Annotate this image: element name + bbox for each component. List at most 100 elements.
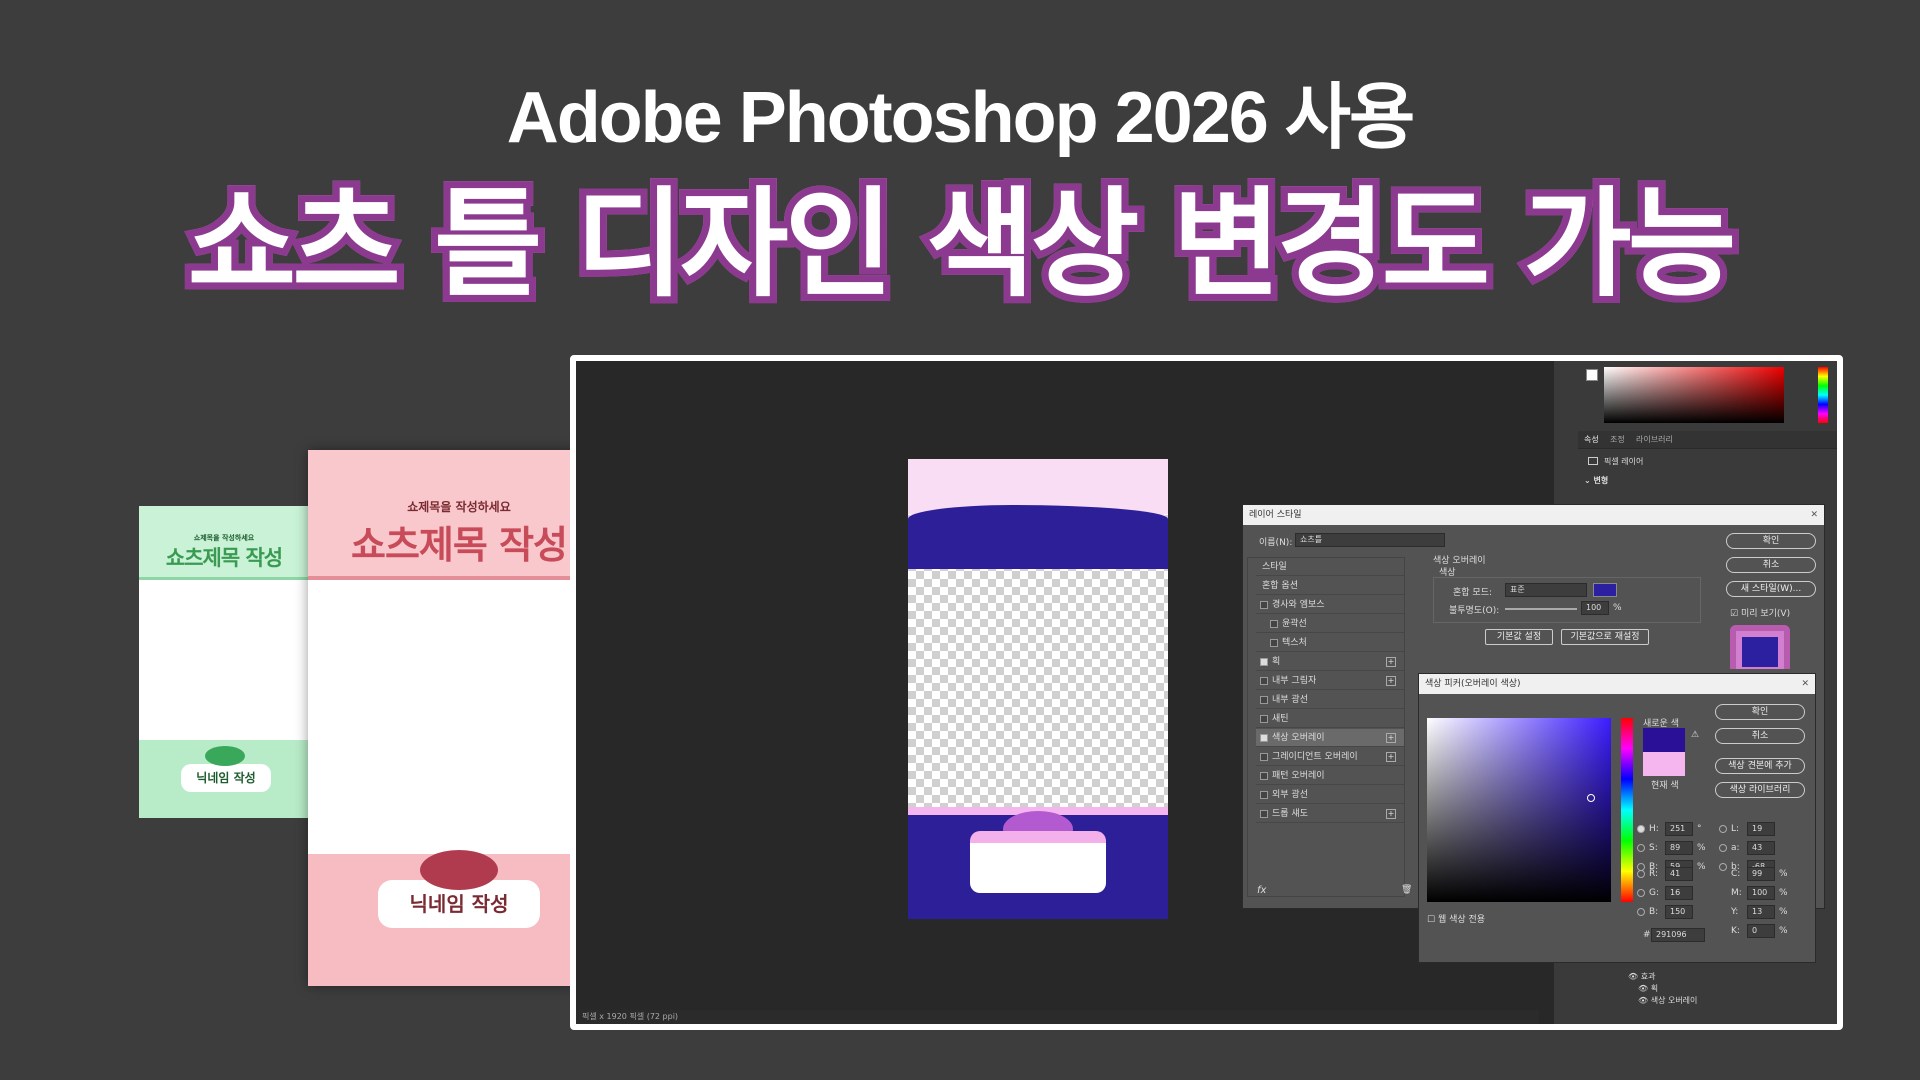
add-icon[interactable]: + bbox=[1386, 733, 1396, 743]
add-icon[interactable]: + bbox=[1386, 657, 1396, 667]
hue-strip[interactable] bbox=[1818, 367, 1828, 423]
effect-stroke[interactable]: 👁 획 bbox=[1638, 983, 1658, 994]
name-field[interactable]: 쇼츠틀 bbox=[1295, 533, 1445, 547]
checkbox[interactable] bbox=[1260, 696, 1268, 704]
pixel-layer-icon bbox=[1588, 457, 1598, 465]
close-icon[interactable]: ✕ bbox=[1810, 505, 1818, 525]
style-list-item[interactable]: 내부 광선 bbox=[1256, 691, 1404, 709]
style-list-item[interactable]: 획 + bbox=[1256, 653, 1404, 671]
radio-lab[interactable] bbox=[1719, 825, 1727, 833]
channel-field[interactable]: 13 bbox=[1747, 905, 1775, 919]
tab-properties[interactable]: 속성 bbox=[1584, 434, 1599, 445]
thumbnail-pink: 쇼제목을 작성하세요 쇼츠제목 작성 닉네임 작성 bbox=[308, 450, 610, 986]
channel-field[interactable]: 100 bbox=[1747, 886, 1775, 900]
ok-button[interactable]: 확인 bbox=[1726, 533, 1816, 549]
style-list-item[interactable]: 경사와 엠보스 bbox=[1256, 596, 1404, 614]
channel-field[interactable]: 99 bbox=[1747, 867, 1775, 881]
style-list-item[interactable]: 외부 광선 bbox=[1256, 786, 1404, 804]
style-list-item[interactable]: 패턴 오버레이 bbox=[1256, 767, 1404, 785]
tab-adjustments[interactable]: 조정 bbox=[1610, 434, 1625, 445]
style-list-item[interactable]: 윤곽선 bbox=[1256, 615, 1404, 633]
effect-color-overlay[interactable]: 👁 색상 오버레이 bbox=[1638, 995, 1697, 1006]
checkbox[interactable] bbox=[1270, 620, 1278, 628]
fx-icon[interactable]: fx bbox=[1257, 885, 1266, 896]
add-swatch-button[interactable]: 색상 견본에 추가 bbox=[1715, 758, 1805, 774]
style-list-item[interactable]: 내부 그림자 + bbox=[1256, 672, 1404, 690]
style-list-item[interactable]: 색상 오버레이 + bbox=[1256, 729, 1404, 747]
checkbox[interactable] bbox=[1260, 772, 1268, 780]
picker-cursor[interactable] bbox=[1587, 794, 1595, 802]
channel-label: G: bbox=[1649, 888, 1660, 898]
reset-default-button[interactable]: 기본값으로 재설정 bbox=[1561, 629, 1649, 645]
close-icon[interactable]: ✕ bbox=[1801, 674, 1809, 694]
overlay-color-swatch[interactable] bbox=[1593, 583, 1617, 597]
channel-field[interactable]: 43 bbox=[1747, 841, 1775, 855]
color-libraries-button[interactable]: 색상 라이브러리 bbox=[1715, 782, 1805, 798]
channel-field[interactable]: 41 bbox=[1665, 867, 1693, 881]
radio-hsb[interactable] bbox=[1637, 825, 1645, 833]
effects-root[interactable]: 👁 효과 bbox=[1628, 971, 1655, 982]
transform-section[interactable]: ⌄ 변형 bbox=[1584, 475, 1608, 486]
thumbnail-green: 쇼제목을 작성하세요 쇼츠제목 작성 닉네임 작성 bbox=[139, 506, 309, 818]
checkbox[interactable] bbox=[1260, 753, 1268, 761]
hue-slider[interactable] bbox=[1621, 718, 1633, 902]
channel-field[interactable]: 251 bbox=[1665, 822, 1693, 836]
radio-hsb[interactable] bbox=[1637, 844, 1645, 852]
trash-icon[interactable]: 🗑 bbox=[1401, 885, 1412, 895]
picker-cancel-button[interactable]: 취소 bbox=[1715, 728, 1805, 744]
add-icon[interactable]: + bbox=[1386, 752, 1396, 762]
hex-field[interactable]: 291096 bbox=[1651, 928, 1705, 942]
add-icon[interactable]: + bbox=[1386, 809, 1396, 819]
style-list-item[interactable]: 텍스처 bbox=[1256, 634, 1404, 652]
channel-field[interactable]: 0 bbox=[1747, 924, 1775, 938]
channel-field[interactable]: 150 bbox=[1665, 905, 1693, 919]
blend-mode-select[interactable]: 표준 bbox=[1505, 583, 1587, 597]
saturation-brightness-field[interactable] bbox=[1427, 718, 1611, 902]
picker-ok-button[interactable]: 확인 bbox=[1715, 704, 1805, 720]
radio-lab[interactable] bbox=[1719, 844, 1727, 852]
channel-label: R: bbox=[1649, 869, 1659, 879]
radio-rgb[interactable] bbox=[1637, 889, 1645, 897]
style-list-label: 내부 그림자 bbox=[1272, 676, 1317, 686]
checkbox[interactable] bbox=[1260, 601, 1268, 609]
add-icon[interactable]: + bbox=[1386, 676, 1396, 686]
channel-unit: % bbox=[1779, 926, 1788, 936]
checkbox[interactable] bbox=[1260, 677, 1268, 685]
cancel-button[interactable]: 취소 bbox=[1726, 557, 1816, 573]
ribbon-icon bbox=[205, 746, 245, 766]
checkbox[interactable] bbox=[1260, 810, 1268, 818]
opacity-slider[interactable] bbox=[1505, 608, 1577, 610]
checkbox[interactable] bbox=[1260, 791, 1268, 799]
gamut-warning-icon[interactable]: ⚠ bbox=[1691, 730, 1699, 740]
checkbox[interactable] bbox=[1260, 734, 1268, 742]
style-list-label: 윤곽선 bbox=[1282, 619, 1307, 629]
channel-field[interactable]: 19 bbox=[1747, 822, 1775, 836]
style-list-item[interactable]: 혼합 옵션 bbox=[1256, 577, 1404, 595]
current-color-label: 현재 색 bbox=[1651, 781, 1679, 791]
document-canvas[interactable] bbox=[908, 459, 1168, 919]
radio-rgb[interactable] bbox=[1637, 908, 1645, 916]
channel-label: M: bbox=[1731, 888, 1742, 898]
style-list-item[interactable]: 드롭 섀도 + bbox=[1256, 805, 1404, 823]
current-color-swatch[interactable] bbox=[1643, 752, 1685, 776]
radio-rgb[interactable] bbox=[1637, 870, 1645, 878]
style-list-label: 패턴 오버레이 bbox=[1272, 771, 1325, 781]
channel-field[interactable]: 16 bbox=[1665, 886, 1693, 900]
style-list-item[interactable]: 스타일 bbox=[1256, 558, 1404, 576]
style-list-label: 혼합 옵션 bbox=[1262, 581, 1298, 591]
fg-color-swatch[interactable] bbox=[1586, 369, 1598, 381]
new-style-button[interactable]: 새 스타일(W)... bbox=[1726, 581, 1816, 597]
color-field[interactable] bbox=[1604, 367, 1784, 423]
channel-field[interactable]: 89 bbox=[1665, 841, 1693, 855]
checkbox[interactable] bbox=[1270, 639, 1278, 647]
radio-lab[interactable] bbox=[1719, 863, 1727, 871]
preview-checkbox[interactable]: ☑ 미리 보기(V) bbox=[1730, 606, 1790, 619]
opacity-field[interactable]: 100 bbox=[1581, 601, 1609, 615]
checkbox[interactable] bbox=[1260, 658, 1268, 666]
checkbox[interactable] bbox=[1260, 715, 1268, 723]
style-list-item[interactable]: 새틴 bbox=[1256, 710, 1404, 728]
style-list-item[interactable]: 그레이디언트 오버레이 + bbox=[1256, 748, 1404, 766]
make-default-button[interactable]: 기본값 설정 bbox=[1485, 629, 1553, 645]
tab-libraries[interactable]: 라이브러리 bbox=[1636, 434, 1673, 445]
web-colors-checkbox[interactable]: ☐ 웹 색상 전용 bbox=[1427, 912, 1485, 925]
